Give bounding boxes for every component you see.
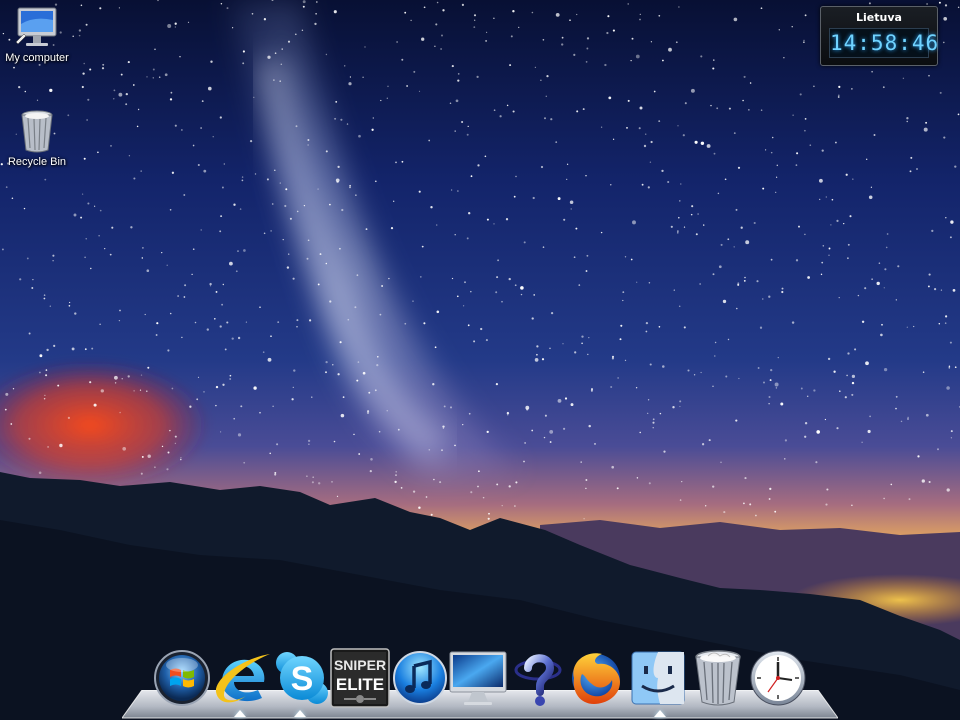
dock: S SNIPER ELITE [148,648,814,710]
dock-item-itunes[interactable] [390,648,450,708]
dock-item-start[interactable] [152,648,212,708]
dock-item-skype[interactable]: S [272,648,332,708]
desktop[interactable]: My computer Recycle Bin Lietuva 14:58:46 [0,0,960,720]
dock-item-finder[interactable] [628,648,688,708]
clock-widget[interactable]: Lietuva 14:58:46 [820,6,938,66]
dock-item-internet-explorer[interactable] [214,648,274,708]
desktop-icon-label: My computer [5,52,69,64]
help-icon [514,654,562,706]
sniper-elite-icon: SNIPER ELITE [330,648,390,708]
skype-icon: S [276,652,328,704]
svg-text:S: S [291,660,314,698]
clock-city-label: Lietuva [856,11,902,24]
svg-text:ELITE: ELITE [336,675,384,694]
windows-orb-icon [154,650,210,706]
dock-running-indicator [294,710,306,717]
desktop-icon-my-computer[interactable]: My computer [0,6,74,64]
dock-running-indicator [234,710,246,717]
imac-icon [449,651,507,705]
dock-item-clock[interactable] [748,648,808,708]
svg-text:SNIPER: SNIPER [334,657,386,673]
dock-item-help[interactable] [508,648,568,708]
desktop-icon-label: Recycle Bin [7,156,67,168]
monitor-icon [15,7,57,46]
dock-running-indicator [654,710,666,717]
itunes-icon [393,651,447,705]
dock-item-sniper-elite[interactable]: SNIPER ELITE [330,648,390,708]
desktop-icon-recycle-bin[interactable]: Recycle Bin [0,108,74,168]
dock-item-imac[interactable] [448,648,508,708]
wallpaper-image [0,0,960,720]
recycle-bin-icon [21,110,53,153]
clock-icon [750,650,806,706]
trash-icon [695,650,741,706]
clock-time-display: 14:58:46 [829,28,938,58]
finder-icon [631,651,685,705]
dock-item-trash[interactable] [688,648,748,708]
internet-explorer-icon [215,654,270,703]
firefox-icon [572,653,620,704]
dock-item-firefox[interactable] [566,648,626,708]
